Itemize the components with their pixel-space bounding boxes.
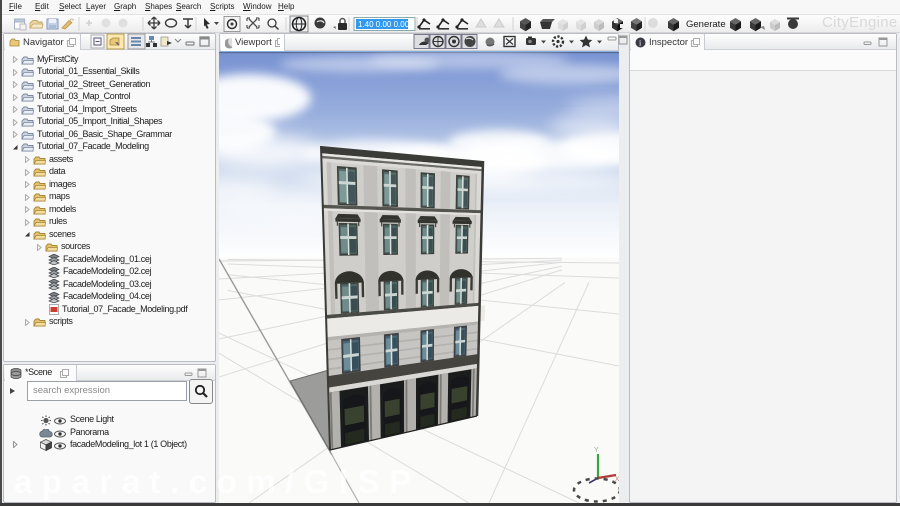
svg-text:Generate: Generate xyxy=(686,19,726,30)
svg-text:Y: Y xyxy=(594,447,599,454)
svg-text:1.40 0.00 0.00: 1.40 0.00 0.00 xyxy=(358,20,410,29)
